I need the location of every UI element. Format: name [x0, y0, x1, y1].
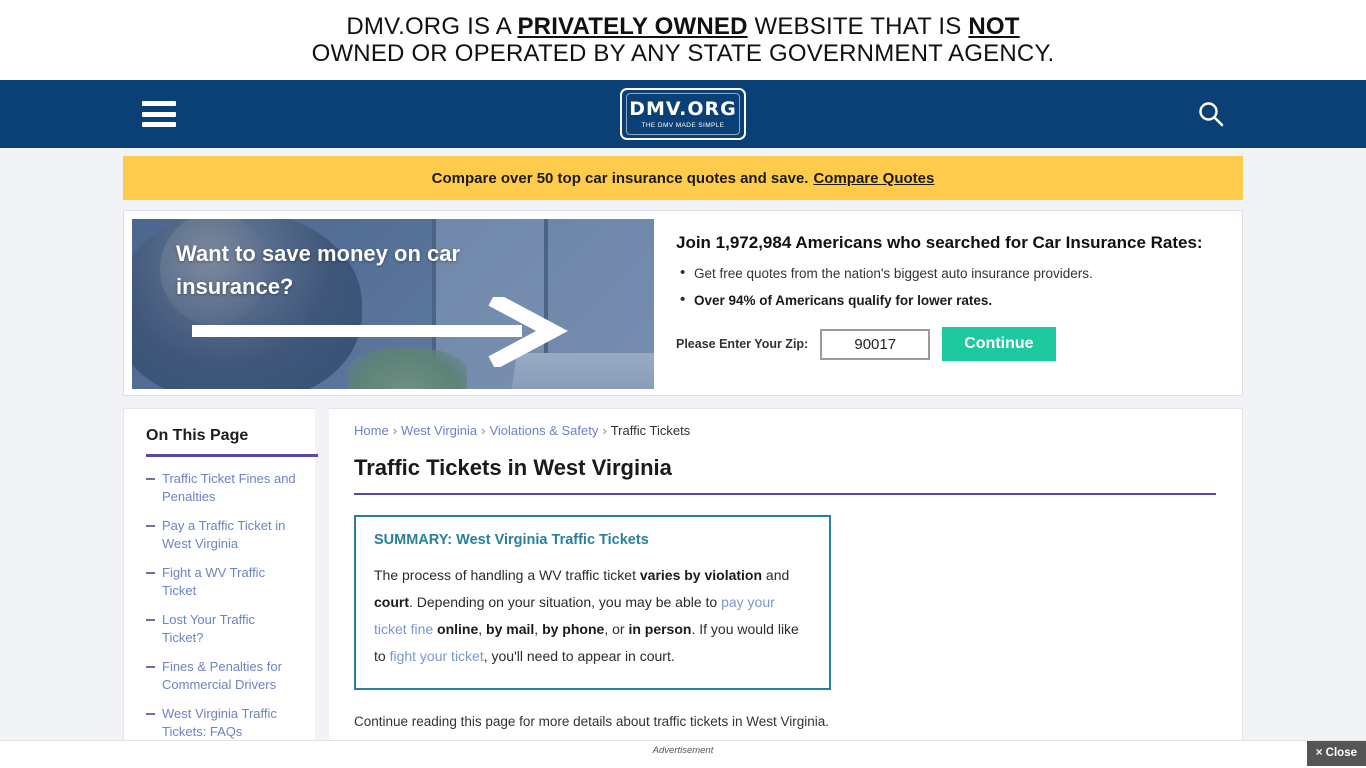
hero-ad-wrapper: Want to save money on car insurance? Joi… — [0, 200, 1366, 396]
promo-text: Compare over 50 top car insurance quotes… — [431, 169, 809, 187]
summary-bold-by-phone: by phone — [542, 621, 605, 637]
on-this-page-sidebar: On This Page Traffic Ticket Fines and Pe… — [123, 408, 318, 768]
article-content: Home › West Virginia › Violations & Safety › T… — [329, 408, 1243, 752]
insurance-quote-card: Want to save money on car insurance? Joi… — [123, 210, 1243, 396]
list-item[interactable]: Pay a Traffic Ticket in West Virginia — [146, 517, 299, 553]
summary-text: . Depending on your situation, you may b… — [409, 594, 722, 610]
breadcrumb-current: Traffic Tickets — [610, 423, 691, 438]
sidebar-item-fines-penalties[interactable]: Traffic Ticket Fines and Penalties — [162, 471, 296, 504]
search-icon[interactable] — [1196, 99, 1226, 129]
page-title: Traffic Tickets in West Virginia — [354, 455, 672, 480]
disclaimer-emphasis-privately-owned: PRIVATELY OWNED — [517, 13, 748, 40]
quote-benefit-item: Over 94% of Americans qualify for lower … — [676, 291, 1230, 309]
disclaimer-line-1: DMV.ORG IS A PRIVATELY OWNED WEBSITE THA… — [346, 13, 1019, 40]
summary-text: , you'll need to appear in court. — [483, 648, 675, 664]
breadcrumb-separator: › — [602, 423, 607, 438]
hamburger-bar-2 — [142, 111, 176, 117]
breadcrumb-separator: › — [481, 423, 486, 438]
summary-text: , — [534, 621, 543, 637]
compare-quotes-link[interactable]: Compare Quotes — [813, 170, 934, 187]
main-content-area: On This Page Traffic Ticket Fines and Pe… — [0, 396, 1366, 768]
insurance-promo-banner: Compare over 50 top car insurance quotes… — [123, 156, 1243, 200]
breadcrumb-separator: › — [392, 423, 398, 438]
zip-entry-row: Please Enter Your Zip: Continue — [676, 327, 1230, 361]
disclaimer-line-2: OWNED OR OPERATED BY ANY STATE GOVERNMEN… — [311, 40, 1055, 67]
summary-bold-online: online — [437, 621, 479, 637]
zip-input[interactable] — [820, 328, 931, 360]
list-item[interactable]: West Virginia Traffic Tickets: FAQs — [146, 705, 299, 741]
breadcrumb-home[interactable]: Home — [354, 423, 389, 438]
quote-form-panel: Join 1,972,984 Americans who searched fo… — [654, 219, 1234, 387]
sidebar-item-commercial-drivers[interactable]: Fines & Penalties for Commercial Drivers — [162, 659, 282, 692]
sidebar-title: On This Page — [146, 427, 249, 444]
sidebar-item-pay-ticket[interactable]: Pay a Traffic Ticket in West Virginia — [162, 518, 285, 551]
hamburger-bar-1 — [142, 101, 176, 106]
site-logo[interactable]: DMV.ORG THE DMV MADE SIMPLE — [620, 88, 746, 140]
list-item[interactable]: Fines & Penalties for Commercial Drivers — [146, 658, 299, 694]
advertisement-label: Advertisement — [652, 745, 714, 756]
fight-your-ticket-link[interactable]: fight your ticket — [390, 648, 484, 664]
breadcrumb: Home › West Virginia › Violations & Safety › T… — [354, 423, 1216, 438]
quote-benefit-item: Get free quotes from the nation's bigges… — [676, 264, 1230, 282]
list-item[interactable]: Traffic Ticket Fines and Penalties — [146, 470, 299, 506]
disclaimer-text-mid: WEBSITE THAT IS — [747, 13, 969, 40]
summary-box: SUMMARY: West Virginia Traffic Tickets T… — [354, 515, 831, 690]
quote-form-headline: Join 1,972,984 Americans who searched fo… — [676, 233, 1203, 252]
hero-headline: Want to save money on car insurance? — [176, 241, 461, 299]
summary-body: The process of handling a WV traffic tic… — [374, 562, 811, 670]
breadcrumb-west-virginia[interactable]: West Virginia — [401, 423, 477, 438]
close-ad-button[interactable]: × Close — [1306, 741, 1366, 766]
logo-plate-inner: DMV.ORG THE DMV MADE SIMPLE — [626, 93, 740, 135]
summary-text: and — [762, 567, 790, 583]
table-of-contents: Traffic Ticket Fines and Penalties Pay a… — [146, 470, 299, 741]
sidebar-title-underline — [146, 454, 318, 457]
continue-reading-text: Continue reading this page for more deta… — [354, 714, 830, 729]
disclaimer-text-pre: DMV.ORG IS A — [346, 13, 518, 40]
summary-bold-by-mail: by mail — [486, 621, 535, 637]
summary-text: , — [478, 621, 487, 637]
list-item[interactable]: Lost Your Traffic Ticket? — [146, 611, 299, 647]
hamburger-bar-3 — [142, 122, 176, 127]
logo-tagline: THE DMV MADE SIMPLE — [641, 122, 725, 129]
sidebar-item-faqs[interactable]: West Virginia Traffic Tickets: FAQs — [162, 706, 277, 739]
hamburger-menu-icon[interactable] — [142, 101, 176, 127]
zip-label: Please Enter Your Zip: — [676, 337, 809, 351]
logo-wordmark: DMV.ORG — [629, 98, 737, 120]
breadcrumb-violations-safety[interactable]: Violations & Safety — [489, 423, 598, 438]
sidebar-item-fight-ticket[interactable]: Fight a WV Traffic Ticket — [162, 565, 265, 598]
summary-bold-varies: varies by violation — [639, 567, 763, 583]
disclaimer-emphasis-not: NOT — [968, 13, 1020, 40]
summary-heading: SUMMARY: West Virginia Traffic Tickets — [374, 532, 649, 548]
summary-bold-court: court — [374, 594, 409, 610]
list-item[interactable]: Fight a WV Traffic Ticket — [146, 564, 299, 600]
promo-banner-wrapper: Compare over 50 top car insurance quotes… — [0, 148, 1366, 200]
summary-bold-in-person: in person — [628, 621, 692, 637]
summary-text: The process of handling a WV traffic tic… — [374, 567, 640, 583]
advertisement-strip: Advertisement × Close — [0, 740, 1366, 768]
continue-button[interactable]: Continue — [942, 327, 1056, 361]
quote-benefits-list: Get free quotes from the nation's bigges… — [676, 264, 1230, 309]
summary-text: , or — [604, 621, 629, 637]
hero-image: Want to save money on car insurance? — [132, 219, 654, 389]
site-disclaimer: DMV.ORG IS A PRIVATELY OWNED WEBSITE THA… — [0, 0, 1366, 80]
sidebar-item-lost-ticket[interactable]: Lost Your Traffic Ticket? — [162, 612, 255, 645]
page-title-underline — [354, 493, 1216, 495]
site-header: DMV.ORG THE DMV MADE SIMPLE — [0, 80, 1366, 148]
right-arrow-icon — [192, 292, 582, 370]
